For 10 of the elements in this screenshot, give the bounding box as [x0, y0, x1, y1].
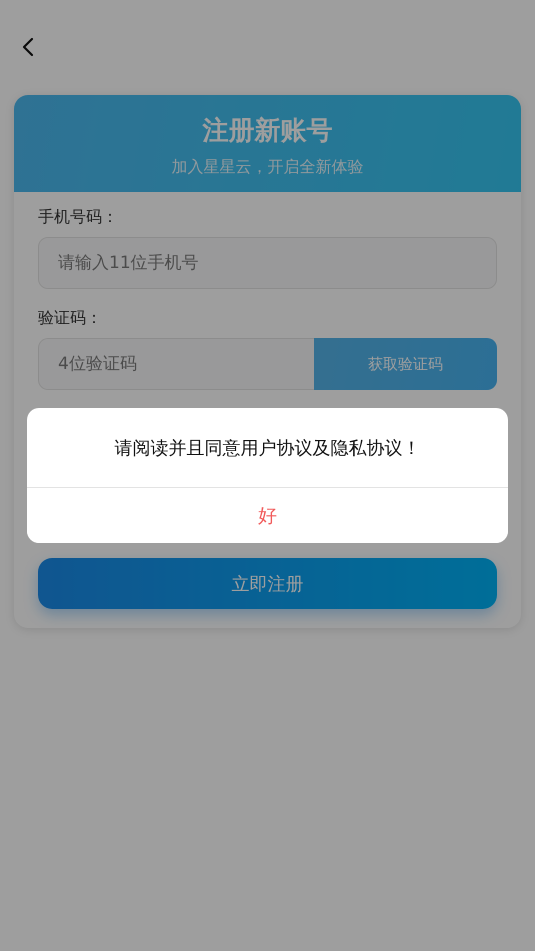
get-code-button[interactable]: 获取验证码	[314, 338, 497, 390]
code-input-field[interactable]: 4位验证码	[38, 338, 314, 390]
field-label: 手机号码：	[38, 206, 118, 228]
phone-input-field[interactable]: 请输入11位手机号	[38, 237, 497, 289]
field-label: 验证码：	[38, 307, 102, 329]
card-subtitle: 加入星星云，开启全新体验	[172, 156, 364, 178]
back-icon[interactable]	[20, 37, 36, 57]
register-button[interactable]: 立即注册	[38, 558, 497, 609]
dialog-message: 请阅读并且同意用户协议及隐私协议！	[114, 436, 420, 460]
card-title: 注册新账号	[202, 115, 332, 148]
